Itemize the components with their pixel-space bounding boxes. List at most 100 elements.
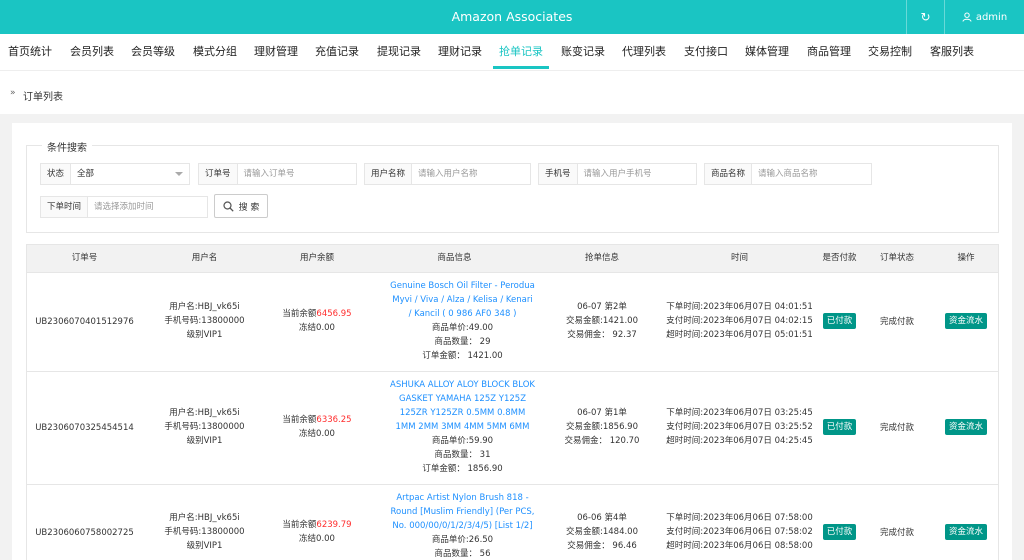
- col-order-no: 订单号: [71, 253, 98, 263]
- grab-date: 06-06 第4单: [577, 513, 627, 523]
- grab-info: 06-06 第4单 交易金额:1484.00 交易佣金： 96.46: [542, 511, 662, 553]
- time-info: 下单时间:2023年06月07日 04:01:51 支付时间:2023年06月0…: [662, 300, 817, 342]
- order-filter: 订单号 请输入订单号: [198, 163, 357, 185]
- top-header: Amazon Associates ↻ admin: [0, 0, 1024, 34]
- table-header: 订单号 用户名 用户余额 商品信息 抢单信息 时间 是否付款 订单状态 操作: [26, 244, 999, 273]
- grab-info: 06-07 第2单 交易金额:1421.00 交易佣金： 92.37: [542, 300, 662, 342]
- trade-amount: 交易金额:1421.00: [565, 316, 638, 326]
- nav-item[interactable]: 理财记录: [438, 34, 482, 70]
- status-select[interactable]: 全部: [71, 164, 189, 184]
- search-legend: 条件搜索: [42, 139, 92, 154]
- trade-amount: 交易金额:1484.00: [565, 527, 638, 537]
- table-row: UB2306070325454514 用户名:HBJ_vk65i 手机号码:13…: [26, 372, 999, 485]
- user-info: 用户名:HBJ_vk65i 手机号码:13800000 级别VIP1: [142, 300, 267, 342]
- refresh-icon: ↻: [920, 10, 931, 24]
- nav-item[interactable]: 账变记录: [561, 34, 605, 70]
- username-label: 用户名称: [365, 164, 413, 184]
- balance-label: 当前余额: [282, 415, 317, 425]
- nav-item[interactable]: 商品管理: [807, 34, 851, 70]
- fund-flow-button[interactable]: 资金流水: [944, 419, 987, 435]
- double-chevron-icon: »: [10, 88, 16, 98]
- quantity: 商品数量： 29: [434, 337, 491, 347]
- phone-input[interactable]: 请输入用户手机号: [578, 164, 696, 184]
- order-input[interactable]: 请输入订单号: [238, 164, 356, 184]
- product-link[interactable]: Genuine Bosch Oil Filter - Perodua Myvi …: [390, 279, 535, 321]
- product-info: ASHUKA ALLOY ALOY BLOCK BLOK GASKET YAMA…: [390, 378, 535, 476]
- username-input[interactable]: 请输入用户名称: [412, 164, 530, 184]
- balance-label: 当前余额: [282, 309, 317, 319]
- user-phone-text: 手机号码:13800000: [164, 527, 245, 537]
- col-product: 商品信息: [437, 253, 472, 263]
- paid-cell: 已付款: [817, 419, 862, 435]
- grab-info: 06-07 第1单 交易金额:1856.90 交易佣金： 120.70: [542, 406, 662, 448]
- refresh-button[interactable]: ↻: [906, 0, 944, 34]
- balance-label: 当前余额: [282, 520, 317, 530]
- fund-flow-button[interactable]: 资金流水: [944, 313, 987, 329]
- nav-item-active[interactable]: 抢单记录: [493, 34, 549, 70]
- product-filter: 商品名称 请输入商品名称: [704, 163, 872, 185]
- user-icon: [962, 12, 972, 22]
- nav-item[interactable]: 媒体管理: [745, 34, 789, 70]
- product-info: Artpac Artist Nylon Brush 818 - Round [M…: [390, 491, 535, 560]
- frozen-text: 冻结0.00: [299, 534, 335, 544]
- user-name: admin: [975, 11, 1008, 23]
- nav-item[interactable]: 提现记录: [377, 34, 421, 70]
- order-status: 完成付款: [879, 423, 914, 433]
- user-name-text: 用户名:HBJ_vk65i: [169, 513, 240, 523]
- nav-item[interactable]: 理财管理: [254, 34, 298, 70]
- nav-item[interactable]: 交易控制: [868, 34, 912, 70]
- order-no: UB2306060758002725: [35, 528, 134, 538]
- product-label: 商品名称: [705, 164, 753, 184]
- chevron-down-icon: [175, 172, 183, 176]
- product-info: Genuine Bosch Oil Filter - Perodua Myvi …: [390, 279, 535, 363]
- col-status: 订单状态: [879, 253, 914, 263]
- product-link[interactable]: ASHUKA ALLOY ALOY BLOCK BLOK GASKET YAMA…: [390, 378, 535, 434]
- nav-item[interactable]: 支付接口: [684, 34, 728, 70]
- nav-item[interactable]: 会员等级: [131, 34, 175, 70]
- product-input[interactable]: 请输入商品名称: [752, 164, 871, 184]
- nav-item[interactable]: 代理列表: [622, 34, 666, 70]
- nav-item[interactable]: 充值记录: [315, 34, 359, 70]
- col-balance: 用户余额: [299, 253, 334, 263]
- timeout-time: 超时时间:2023年06月07日 04:25:45: [666, 436, 813, 446]
- unit-price: 商品单价:49.00: [431, 323, 494, 333]
- time-input[interactable]: 请选择添加时间: [88, 197, 207, 217]
- main-nav: 首页统计 会员列表 会员等级 模式分组 理财管理 充值记录 提现记录 理财记录 …: [0, 34, 1024, 70]
- quantity: 商品数量： 31: [434, 450, 491, 460]
- breadcrumb-current: 订单列表: [23, 92, 63, 103]
- nav-item[interactable]: 模式分组: [193, 34, 237, 70]
- search-button[interactable]: 搜 索: [214, 194, 268, 218]
- username-filter: 用户名称 请输入用户名称: [364, 163, 531, 185]
- user-phone-text: 手机号码:13800000: [164, 422, 245, 432]
- product-link[interactable]: Artpac Artist Nylon Brush 818 - Round [M…: [390, 491, 535, 533]
- order-amount: 订单金额： 1421.00: [422, 351, 503, 361]
- pay-time: 支付时间:2023年06月07日 04:02:15: [666, 316, 813, 326]
- search-button-label: 搜 索: [238, 202, 260, 213]
- balance-value: 6239.79: [316, 520, 352, 530]
- pay-time: 支付时间:2023年06月07日 03:25:52: [666, 422, 813, 432]
- status-label: 状态: [41, 164, 72, 184]
- fund-flow-button[interactable]: 资金流水: [944, 524, 987, 540]
- user-menu[interactable]: admin: [944, 0, 1024, 34]
- time-info: 下单时间:2023年06月06日 07:58:00 支付时间:2023年06月0…: [662, 511, 817, 553]
- user-phone-text: 手机号码:13800000: [164, 316, 245, 326]
- content-panel: 条件搜索 状态 全部 订单号 请输入订单号 用户名称 请输入用户名称 手机号 请…: [12, 123, 1012, 560]
- action-cell: 资金流水: [932, 524, 1000, 540]
- paid-badge: 已付款: [822, 313, 857, 329]
- app-title: Amazon Associates: [451, 9, 573, 24]
- timeout-time: 超时时间:2023年06月07日 05:01:51: [666, 330, 813, 340]
- order-label: 订单号: [199, 164, 238, 184]
- grab-date: 06-07 第2单: [577, 302, 627, 312]
- col-action: 操作: [957, 253, 975, 263]
- nav-item[interactable]: 客服列表: [930, 34, 974, 70]
- nav-item[interactable]: 首页统计: [8, 34, 52, 70]
- nav-item[interactable]: 会员列表: [70, 34, 114, 70]
- balance-value: 6456.95: [316, 309, 352, 319]
- col-grab: 抢单信息: [584, 253, 619, 263]
- phone-label: 手机号: [539, 164, 578, 184]
- time-label: 下单时间: [41, 197, 89, 217]
- order-no: UB2306070401512976: [35, 317, 134, 327]
- commission: 交易佣金： 96.46: [567, 541, 637, 551]
- quantity: 商品数量： 56: [434, 549, 491, 559]
- paid-cell: 已付款: [817, 313, 862, 329]
